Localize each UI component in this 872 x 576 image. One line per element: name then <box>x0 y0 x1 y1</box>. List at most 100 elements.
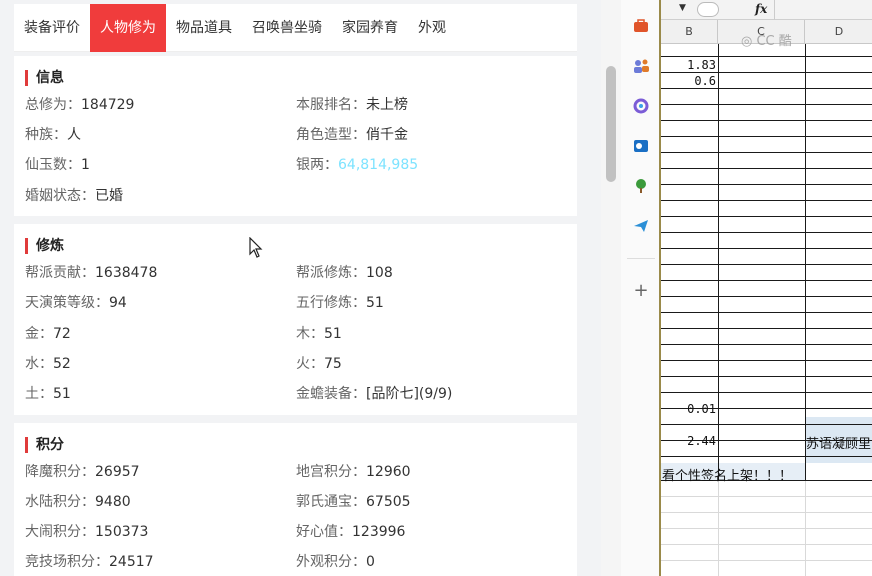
havoc-points: 大闹积分：150373 <box>25 521 148 541</box>
kindness-value: 好心值：123996 <box>296 521 405 541</box>
grid-row-line <box>661 360 872 361</box>
golden-toad-equipment: 金蟾装备：[品阶七](9/9) <box>296 383 452 403</box>
server-rank-value: 未上榜 <box>366 97 408 113</box>
silver: 银两：64,814,985 <box>296 154 418 174</box>
golden-toad-value: [品阶七](9/9) <box>366 386 453 402</box>
cell-b-value[interactable]: 0.01 <box>661 402 716 416</box>
role-model-label: 角色造型： <box>296 127 366 143</box>
server-rank: 本服排名：未上榜 <box>296 94 408 114</box>
info-card: 信息 总修为：184729 本服排名：未上榜 种族：人 角色造型：俏千金 仙玉数… <box>14 56 577 216</box>
toolbar-divider <box>627 258 655 259</box>
grid-row-line <box>661 528 872 529</box>
marriage-status: 婚姻状态：已婚 <box>25 185 123 205</box>
cell-d-text[interactable]: 苏语凝顾里 <box>806 433 871 452</box>
grid-row-line <box>661 456 872 457</box>
fx-label[interactable]: fx <box>755 2 767 16</box>
grid-row-line <box>661 296 872 297</box>
grid-row-line <box>661 56 872 57</box>
total-cultivation: 总修为：184729 <box>25 94 134 114</box>
grid-row-line <box>661 560 872 561</box>
wood-label: 木： <box>296 326 324 342</box>
formula-bar[interactable]: ▼ fx <box>661 0 872 20</box>
tab-character-cultivation[interactable]: 人物修为 <box>90 3 166 52</box>
guild-contribution-label: 帮派贡献： <box>25 265 95 281</box>
tianyan-level-value: 94 <box>109 295 127 311</box>
tab-bar: 装备评价 人物修为 物品道具 召唤兽坐骑 家园养育 外观 <box>14 3 577 52</box>
earth: 土：51 <box>25 383 71 403</box>
send-icon[interactable] <box>631 216 651 236</box>
appearance-points-value: 0 <box>366 554 375 570</box>
tab-appearance[interactable]: 外观 <box>408 4 456 52</box>
apps-icon[interactable] <box>631 96 651 116</box>
role-model: 角色造型：俏千金 <box>296 124 408 144</box>
landwater-points-value: 9480 <box>95 494 131 510</box>
demon-points-value: 26957 <box>95 464 140 480</box>
marriage-status-value: 已婚 <box>95 188 123 204</box>
users-icon[interactable] <box>631 56 651 76</box>
grid-row-line <box>661 328 872 329</box>
outlook-icon[interactable] <box>631 136 651 156</box>
metal-value: 72 <box>53 326 71 342</box>
palace-points-label: 地宫积分： <box>296 464 366 480</box>
grid-column-line <box>805 44 806 481</box>
info-title: 信息 <box>25 70 64 86</box>
water-value: 52 <box>53 356 71 372</box>
add-icon[interactable]: + <box>631 280 651 301</box>
havoc-points-value: 150373 <box>95 524 149 540</box>
arena-points: 竞技场积分：24517 <box>25 551 154 571</box>
guild-cultivation-label: 帮派修炼： <box>296 265 366 281</box>
grid-row-line <box>661 392 872 393</box>
guo-treasure-value: 67505 <box>366 494 411 510</box>
grid-row-line <box>661 344 872 345</box>
cell-b-value[interactable]: 0.6 <box>661 74 716 88</box>
silver-label: 银两： <box>296 157 338 173</box>
tianyan-level-label: 天演策等级： <box>25 295 109 311</box>
tree-icon[interactable] <box>631 176 651 196</box>
cell-b-value[interactable]: 1.83 <box>661 58 716 72</box>
wuxing-cultivation-value: 51 <box>366 295 384 311</box>
tab-summons-mounts[interactable]: 召唤兽坐骑 <box>242 4 332 52</box>
water-label: 水： <box>25 356 53 372</box>
grid-row-line <box>661 136 872 137</box>
grid-row-line <box>661 376 872 377</box>
briefcase-icon[interactable] <box>631 16 651 36</box>
grid-column-line <box>805 481 806 576</box>
cell-b-value[interactable]: 2.44 <box>661 434 716 448</box>
mouse-cursor-icon <box>249 237 263 258</box>
tab-equipment-review[interactable]: 装备评价 <box>14 4 90 52</box>
wuxing-cultivation-label: 五行修炼： <box>296 295 366 311</box>
appearance-points-label: 外观积分： <box>296 554 366 570</box>
tab-home[interactable]: 家园养育 <box>332 4 408 52</box>
grid-row-line <box>661 280 872 281</box>
cultivation-card: 修炼 帮派贡献：1638478 帮派修炼：108 天演策等级：94 五行修炼：5… <box>14 224 577 415</box>
grid-row-line <box>661 152 872 153</box>
column-header-d[interactable]: D <box>805 20 872 44</box>
earth-value: 51 <box>53 386 71 402</box>
spreadsheet: ▼ fx B C D ◎ CC 酷 1.83 0.6 0.01 2.44 苏语凝… <box>659 0 872 576</box>
grid-row-line <box>661 120 872 121</box>
grid-row-line <box>661 104 872 105</box>
fire: 火：75 <box>296 353 342 373</box>
role-model-value: 俏千金 <box>366 127 408 143</box>
race-label: 种族： <box>25 127 67 143</box>
golden-toad-label: 金蟾装备： <box>296 386 366 402</box>
race: 种族：人 <box>25 124 81 144</box>
formula-divider <box>774 0 775 20</box>
demon-points-label: 降魔积分： <box>25 464 95 480</box>
cell-row-text[interactable]: 看个性签名上架！！！ <box>662 465 792 484</box>
total-cultivation-label: 总修为： <box>25 97 81 113</box>
grid-row-line <box>661 184 872 185</box>
grid-row-line <box>661 232 872 233</box>
palace-points-value: 12960 <box>366 464 411 480</box>
tab-items[interactable]: 物品道具 <box>166 4 242 52</box>
grid-row-line <box>661 496 872 497</box>
grid-row-line <box>661 424 872 425</box>
column-header-b[interactable]: B <box>661 20 718 44</box>
server-rank-label: 本服排名： <box>296 97 366 113</box>
guild-contribution-value: 1638478 <box>95 265 158 281</box>
scrollbar-thumb[interactable] <box>606 66 616 182</box>
grid-row-line <box>661 264 872 265</box>
points-title: 积分 <box>25 437 64 453</box>
dropdown-arrow-icon[interactable]: ▼ <box>679 3 686 13</box>
name-box-toggle[interactable] <box>697 2 719 17</box>
